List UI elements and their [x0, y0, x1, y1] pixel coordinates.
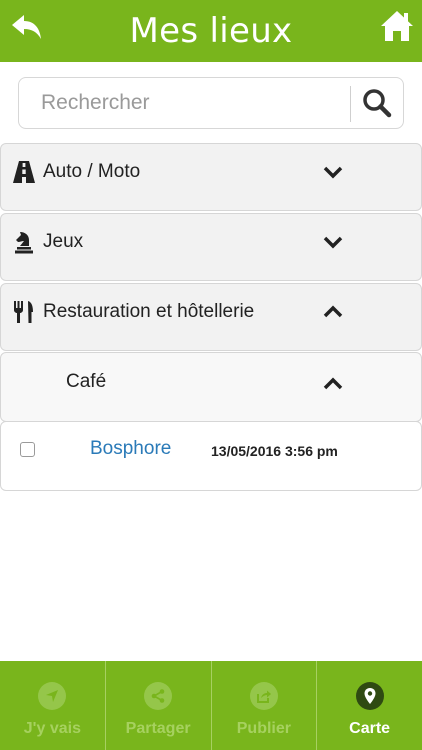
category-label: Restauration et hôtellerie [43, 301, 255, 322]
tab-jy-vais[interactable]: J'y vais [0, 661, 106, 750]
chevron-down-icon [323, 166, 343, 179]
chevron-up-icon [323, 305, 343, 318]
place-date: 13/05/2016 3:56 pm [211, 443, 338, 459]
place-name-link[interactable]: Bosphore [90, 438, 171, 460]
tab-label: J'y vais [23, 720, 81, 737]
search-button[interactable] [351, 78, 403, 128]
chevron-down-icon [323, 236, 343, 249]
chess-knight-icon [15, 232, 33, 254]
tab-publier[interactable]: Publier [212, 661, 318, 750]
category-jeux[interactable]: Jeux [0, 213, 422, 281]
tab-label: Publier [236, 720, 291, 737]
tab-label: Partager [125, 720, 191, 737]
fork-knife-icon [14, 301, 33, 323]
search-icon [363, 89, 392, 118]
back-arrow-icon [12, 15, 41, 39]
category-label: Auto / Moto [43, 161, 141, 182]
subcategory-label: Café [66, 371, 107, 392]
list-item: Bosphore 13/05/2016 3:56 pm [0, 421, 422, 491]
tab-partager[interactable]: Partager [106, 661, 212, 750]
share-icon [144, 682, 173, 710]
tab-label: Carte [349, 720, 391, 737]
app-header: Mes lieux [0, 0, 422, 62]
chevron-up-icon [323, 377, 343, 390]
back-button[interactable] [10, 9, 44, 43]
home-button[interactable] [380, 8, 414, 44]
page-title: Mes lieux [129, 11, 293, 51]
subcategory-cafe[interactable]: Café [0, 352, 422, 422]
search-bar [18, 77, 404, 129]
publish-icon [249, 682, 278, 710]
home-icon [381, 11, 413, 41]
category-label: Jeux [43, 231, 84, 252]
tab-carte[interactable]: Carte [317, 661, 422, 750]
map-marker-icon [355, 682, 384, 710]
road-icon [13, 161, 35, 183]
category-restauration[interactable]: Restauration et hôtellerie [0, 283, 422, 351]
bottom-toolbar: J'y vais Partager Publier Carte [0, 661, 422, 750]
search-input[interactable] [19, 78, 349, 128]
place-checkbox[interactable] [20, 442, 35, 457]
category-auto-moto[interactable]: Auto / Moto [0, 143, 422, 211]
navigation-arrow-icon [38, 682, 67, 710]
